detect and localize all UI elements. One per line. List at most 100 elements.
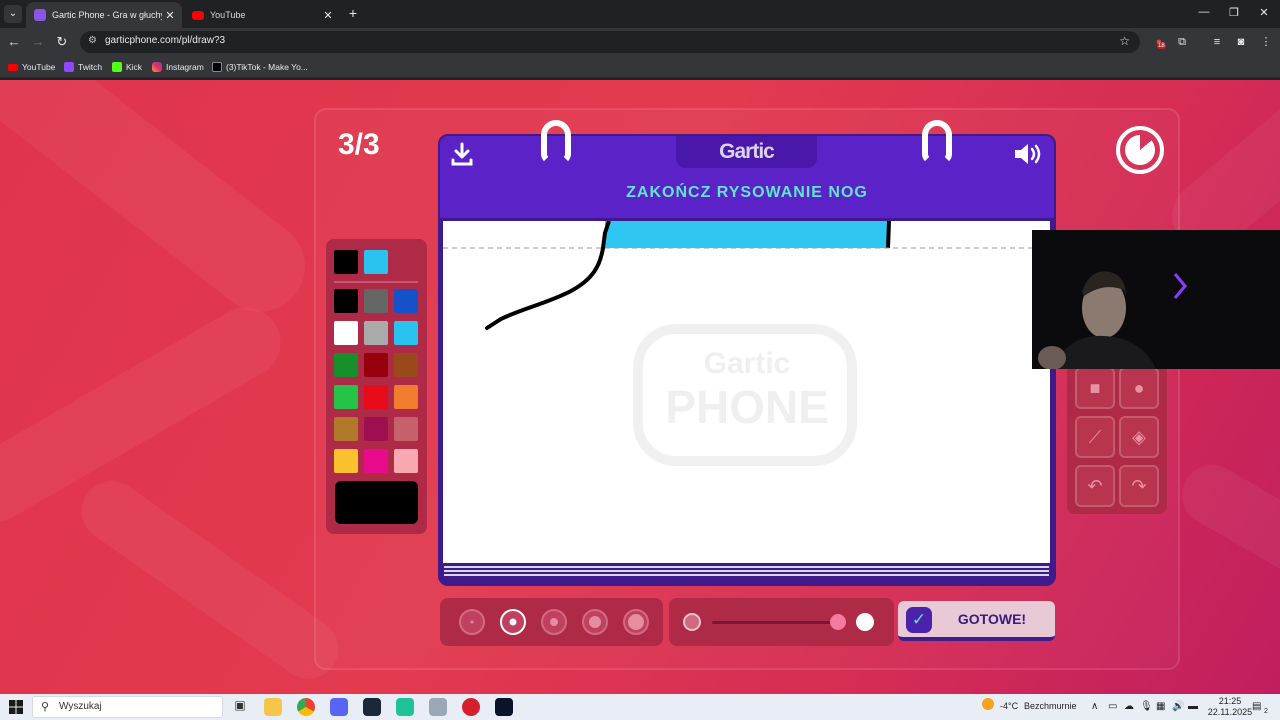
bookmark-twitch[interactable]: Twitch — [64, 61, 102, 73]
color-swatch[interactable] — [364, 417, 388, 441]
bookmark-youtube[interactable]: YouTube — [8, 61, 55, 73]
close-tab-icon[interactable]: ✕ — [162, 9, 178, 22]
drawing-layer: Gartic PHONE — [443, 221, 1050, 466]
windows-start-icon[interactable] — [9, 700, 23, 714]
color-swatch[interactable] — [364, 321, 388, 345]
extension-badge: 18 — [1157, 43, 1166, 49]
browser-menu-icon[interactable]: ⋮ — [1259, 35, 1273, 49]
color-swatch[interactable] — [394, 449, 418, 473]
sound-icon[interactable] — [1012, 141, 1044, 167]
recent-color-cyan[interactable] — [364, 250, 388, 274]
color-swatch[interactable] — [364, 353, 388, 377]
opacity-slider-track[interactable] — [712, 621, 832, 624]
youtube-icon — [8, 63, 18, 71]
watermark-text-bottom: PHONE — [665, 381, 829, 433]
color-swatch[interactable] — [394, 353, 418, 377]
color-swatch[interactable] — [394, 321, 418, 345]
watermark-text-top: Gartic — [704, 347, 791, 380]
bookmark-star-icon[interactable]: ☆ — [1119, 34, 1130, 48]
bookmark-tiktok[interactable]: (3)TikTok - Make Yo... — [212, 61, 308, 73]
brush-size-1[interactable] — [459, 609, 485, 635]
steam-icon[interactable] — [363, 698, 381, 716]
notifications-icon[interactable]: ▤ — [1252, 701, 1261, 712]
taskbar-search[interactable]: ⚲ Wyszukaj — [32, 696, 223, 718]
close-window-icon[interactable]: ✕ — [1256, 6, 1272, 19]
paper-edge — [444, 574, 1049, 576]
minimize-icon[interactable]: — — [1196, 6, 1212, 18]
color-swatch[interactable] — [394, 417, 418, 441]
clock-time[interactable]: 21:25 — [1210, 696, 1250, 706]
weather-description: Bezchmurnie — [1024, 701, 1077, 711]
line-tool-icon[interactable]: ⟋ — [1075, 416, 1115, 458]
color-swatch[interactable] — [334, 449, 358, 473]
app-icon[interactable] — [462, 698, 480, 716]
checkmark-icon: ✓ — [906, 607, 932, 633]
tab-gartic[interactable]: Gartic Phone - Gra w głuchy tel ✕ — [26, 2, 182, 28]
color-swatch[interactable] — [334, 289, 358, 313]
color-swatch[interactable] — [364, 385, 388, 409]
weather-icon[interactable] — [982, 698, 994, 710]
current-color-preview — [335, 481, 418, 524]
battery-icon[interactable]: ▬ — [1188, 701, 1198, 712]
brush-size-5[interactable] — [623, 609, 649, 635]
tab-youtube[interactable]: YouTube ✕ — [184, 2, 340, 28]
redo-icon[interactable]: ↷ — [1119, 465, 1159, 507]
rectangle-tool-icon[interactable]: ■ — [1075, 367, 1115, 409]
league-icon[interactable] — [495, 698, 513, 716]
drawn-stroke — [485, 246, 605, 330]
brush-size-3[interactable] — [541, 609, 567, 635]
color-swatch[interactable] — [334, 321, 358, 345]
media-controls-icon[interactable]: ≡ — [1210, 35, 1224, 49]
discord-icon[interactable] — [330, 698, 348, 716]
ellipse-tool-icon[interactable]: ● — [1119, 367, 1159, 409]
volume-icon[interactable]: 🔊 — [1172, 701, 1184, 712]
task-view-icon[interactable]: ▣ — [231, 698, 249, 716]
file-explorer-icon[interactable] — [264, 698, 282, 716]
bookmark-instagram[interactable]: Instagram — [152, 61, 204, 73]
opacity-min-icon — [683, 613, 701, 631]
opacity-max-icon — [856, 613, 874, 631]
site-info-icon[interactable]: ⚙ — [88, 35, 100, 47]
app-icon[interactable] — [396, 698, 414, 716]
fill-bucket-icon[interactable]: ◈ — [1119, 416, 1159, 458]
back-icon[interactable]: ← — [5, 33, 23, 51]
color-swatch[interactable] — [364, 289, 388, 313]
paper-edge — [444, 570, 1049, 572]
color-swatch[interactable] — [394, 385, 418, 409]
brush-size-4[interactable] — [582, 609, 608, 635]
opacity-slider-handle[interactable] — [830, 614, 846, 630]
microphone-icon[interactable]: 🎙 — [1140, 701, 1153, 712]
color-swatch[interactable] — [394, 289, 418, 313]
tray-app-icon[interactable]: ▭ — [1108, 701, 1117, 712]
forward-icon[interactable]: → — [29, 33, 47, 51]
show-hidden-icons-icon[interactable]: ∧ — [1091, 701, 1098, 712]
close-tab-icon[interactable]: ✕ — [320, 9, 336, 22]
undo-icon[interactable]: ↶ — [1075, 465, 1115, 507]
timer-icon — [1116, 126, 1164, 174]
onedrive-icon[interactable]: ☁ — [1124, 701, 1134, 712]
color-swatch[interactable] — [334, 417, 358, 441]
network-icon[interactable]: ▦ — [1156, 701, 1165, 712]
chrome-icon[interactable] — [297, 698, 315, 716]
webcam-feed-image — [1032, 230, 1280, 369]
extensions-puzzle-icon[interactable]: ⧉ — [1175, 35, 1189, 49]
address-bar[interactable]: ⚙ garticphone.com/pl/draw?3 ☆ — [80, 31, 1140, 53]
brush-size-2[interactable] — [500, 609, 526, 635]
download-icon[interactable] — [449, 141, 475, 167]
app-icon[interactable] — [429, 698, 447, 716]
color-swatch[interactable] — [364, 449, 388, 473]
tab-search-button[interactable]: ⌄ — [4, 5, 22, 23]
windows-taskbar: ⚲ Wyszukaj ▣ -4°C Bezchmurnie ∧ ▭ ☁ 🎙 ▦ … — [0, 694, 1280, 720]
color-swatch[interactable] — [334, 385, 358, 409]
reload-icon[interactable]: ↻ — [53, 33, 71, 51]
restore-icon[interactable]: ❐ — [1226, 6, 1242, 19]
timer-progress — [1125, 135, 1155, 165]
new-tab-button[interactable]: + — [344, 5, 362, 23]
clock-date[interactable]: 22.11.2025 — [1204, 707, 1256, 717]
profile-icon[interactable]: ◙ — [1234, 35, 1248, 49]
tab-strip: ⌄ Gartic Phone - Gra w głuchy tel ✕ YouT… — [0, 0, 1280, 28]
drawing-canvas[interactable]: Gartic PHONE — [443, 221, 1050, 563]
color-swatch[interactable] — [334, 353, 358, 377]
recent-color-black[interactable] — [334, 250, 358, 274]
bookmark-kick[interactable]: Kick — [112, 61, 142, 73]
